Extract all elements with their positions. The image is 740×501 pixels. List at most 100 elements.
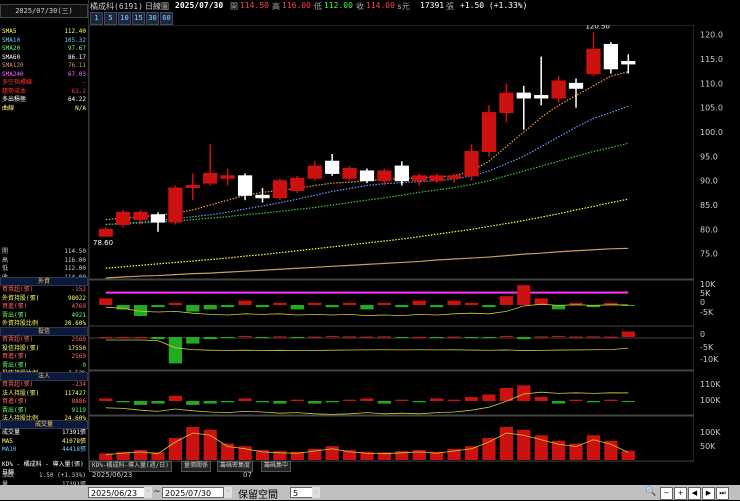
ohlc-label: 開 <box>2 248 8 256</box>
period-button-60[interactable]: 60 <box>160 12 173 25</box>
ma-row: SMA2097.67 <box>2 45 86 53</box>
dealer-holding-line <box>106 340 629 351</box>
foreign-row: 賣出(張)4921 <box>2 312 86 320</box>
dealer-tick: 0 <box>700 330 705 339</box>
candle-body <box>169 188 182 222</box>
foreign-bar <box>204 305 217 309</box>
dealer-bar <box>465 337 478 338</box>
ma10-line <box>106 106 629 224</box>
dealer-tick: -5K <box>700 343 714 352</box>
foreign-bar <box>447 301 460 305</box>
volume-bar <box>500 427 513 460</box>
foreign-value: 4921 <box>72 312 86 320</box>
dealer-bar <box>395 337 408 338</box>
foreign-header: 外資 <box>0 277 88 286</box>
ma-value: N/A <box>75 105 86 113</box>
candle-body <box>413 176 426 181</box>
vol-row: MA1044418張 <box>2 446 86 454</box>
ma-label: SMA20 <box>2 45 20 53</box>
foreign-bar <box>238 301 251 305</box>
dealer-bar <box>517 337 530 339</box>
price-tick: 120.0 <box>700 31 723 40</box>
foreign-tick: -5K <box>700 308 714 317</box>
candle-body <box>291 178 304 190</box>
volume-bar <box>465 446 478 460</box>
ohlc-value: 116.00 <box>64 257 86 265</box>
foreign-bar <box>99 298 112 305</box>
price-tick: 110.0 <box>700 79 723 88</box>
ma5-line <box>106 72 629 220</box>
foreign-row: 外資持股(張)98022 <box>2 295 86 303</box>
dealer-label: 賣出(張) <box>2 362 27 370</box>
inst-bar <box>395 400 408 401</box>
dealer-bar <box>604 337 617 338</box>
tab-volume-price[interactable]: 量價關係 <box>181 461 211 472</box>
start-date-dropdown-icon[interactable]: ▾ <box>144 487 152 498</box>
foreign-bar <box>291 305 304 309</box>
ohlc-value: 112.00 <box>64 265 86 273</box>
ma-value: 112.40 <box>64 28 86 36</box>
foreign-tick: 5K <box>700 289 711 298</box>
candle-body <box>569 83 582 88</box>
candle-body <box>186 186 199 188</box>
period-button-30[interactable]: 30 <box>146 12 159 25</box>
dealer-row: 買賣超(張)2569 <box>2 336 86 344</box>
end-date-dropdown-icon[interactable]: ▾ <box>224 487 232 498</box>
ma-row: SMA5112.40 <box>2 28 86 36</box>
start-date-input[interactable]: 2025/06/23 <box>88 487 150 498</box>
low-value: 112.00 <box>324 1 353 10</box>
period-button-10[interactable]: 10 <box>118 12 131 25</box>
foreign-bar <box>360 305 373 309</box>
ohlc-row: 低112.00 <box>2 265 86 273</box>
foreign-bar <box>517 285 530 305</box>
period-button-1[interactable]: 1 <box>90 12 103 25</box>
dealer-bar <box>291 337 304 338</box>
price-tick: 105.0 <box>700 104 723 113</box>
dealer-bar <box>569 337 582 338</box>
ma-value: 76.11 <box>68 62 86 70</box>
end-icon[interactable]: ⏭ <box>716 487 729 500</box>
ma-label: SMA240 <box>2 71 24 79</box>
date-axis-start: 2025/06/23 <box>92 471 132 479</box>
stock-name: 橘成科(6191) <box>90 1 143 12</box>
chart-area[interactable]: 120.5078.60 <box>89 25 694 470</box>
vol-row: MA541078張 <box>2 438 86 446</box>
dealer-header: 投信 <box>0 327 88 336</box>
open-value: 114.50 <box>240 1 269 10</box>
inst-bar <box>151 401 164 404</box>
volume-tick: 100K <box>700 428 721 437</box>
scroll-right-icon[interactable]: ▶ <box>702 487 715 500</box>
dealer-bar <box>134 337 147 338</box>
inst-bar <box>413 401 426 402</box>
foreign-bar <box>273 303 286 305</box>
date-separator: ~ <box>153 487 161 497</box>
zoom-out-icon[interactable]: − <box>660 487 673 500</box>
end-date-input[interactable]: 2025/07/30 <box>162 487 224 498</box>
foreign-row: 買進(張)4769 <box>2 303 86 311</box>
inst-bar <box>552 401 565 404</box>
foreign-bar <box>482 305 495 307</box>
zoom-in-icon[interactable]: + <box>674 487 687 500</box>
search-icon[interactable]: 🔍 <box>645 487 655 498</box>
dealer-bar <box>378 336 391 337</box>
period-button-15[interactable]: 15 <box>132 12 145 25</box>
reserve-stepper-icon[interactable]: ↕ <box>312 487 320 498</box>
high-annotation: 120.50 <box>585 25 610 30</box>
vol-label: MA5 <box>2 438 13 446</box>
dealer-bar <box>273 336 286 337</box>
inst-bar <box>221 401 234 402</box>
dealer-bar <box>622 332 635 338</box>
scroll-left-icon[interactable]: ◀ <box>688 487 701 500</box>
dealer-row: 投信持股(張)17550 <box>2 345 86 353</box>
ma-row: 多空指標線— <box>2 79 86 87</box>
candle-body <box>134 212 147 219</box>
volume-header: 成交量 <box>0 420 88 429</box>
vol-value: 44418張 <box>62 446 86 454</box>
dealer-value: 17550 <box>68 345 86 353</box>
tab-chip-concentration[interactable]: 籌碼集中 <box>261 461 291 472</box>
ma-value: — <box>82 79 86 87</box>
foreign-bar <box>395 305 408 307</box>
inst-value: 9119 <box>72 407 86 415</box>
inst-bar <box>587 401 600 402</box>
period-button-5[interactable]: 5 <box>104 12 117 25</box>
